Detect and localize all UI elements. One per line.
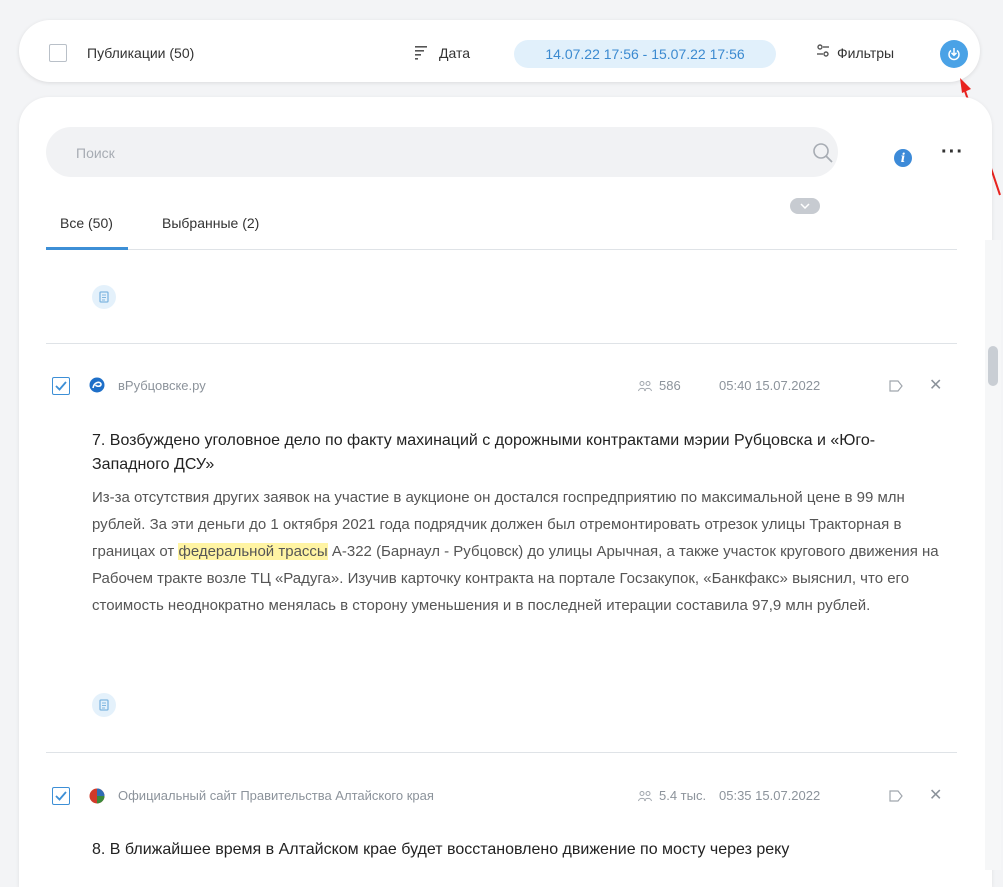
item-divider <box>46 752 957 753</box>
publications-panel: i ··· Все (50) Выбранные (2) вРубцовске.… <box>19 97 992 887</box>
close-icon[interactable]: ✕ <box>929 785 942 805</box>
info-icon[interactable]: i <box>894 149 912 167</box>
active-tab-indicator <box>46 247 128 250</box>
publication-title[interactable]: 8. В ближайшее время в Алтайском крае бу… <box>92 838 972 862</box>
sort-icon[interactable] <box>414 44 428 60</box>
reach-count: 5.4 тыс. <box>659 788 707 803</box>
keyword-highlight: федеральной трассы <box>178 543 328 560</box>
filter-icon[interactable] <box>816 43 830 59</box>
publications-count-label: Публикации (50) <box>87 45 195 61</box>
publication-title[interactable]: 7. Возбуждено уголовное дело по факту ма… <box>92 429 902 477</box>
tabs-bar: Все (50) Выбранные (2) <box>46 209 957 250</box>
audience-icon <box>638 791 652 802</box>
publication-time: 05:40 15.07.2022 <box>719 378 821 393</box>
source-logo-icon <box>89 788 105 804</box>
item-checkbox[interactable] <box>52 377 70 395</box>
document-icon <box>99 291 109 303</box>
source-name[interactable]: вРубцовске.ру <box>118 378 206 393</box>
reach-count: 586 <box>659 378 681 393</box>
scrollbar-track[interactable] <box>985 240 1001 870</box>
audience-icon <box>638 381 652 392</box>
checkmark-icon <box>55 791 67 801</box>
tab-selected[interactable]: Выбранные (2) <box>162 215 259 231</box>
tab-all[interactable]: Все (50) <box>60 215 113 231</box>
document-icon <box>99 699 109 711</box>
scrollbar-thumb[interactable] <box>988 346 998 386</box>
tag-icon[interactable] <box>889 380 903 392</box>
search-bar <box>46 127 838 214</box>
publication-snippet: Из-за отсутствия других заявок на участи… <box>92 484 962 619</box>
item-checkbox[interactable] <box>52 787 70 805</box>
publications-toolbar: Публикации (50) Дата 14.07.22 17:56 - 15… <box>19 20 980 82</box>
sort-by-date-button[interactable]: Дата <box>439 45 470 61</box>
item-divider <box>46 343 957 344</box>
copy-text-button[interactable] <box>92 285 116 309</box>
checkmark-icon <box>55 381 67 391</box>
close-icon[interactable]: ✕ <box>929 375 942 395</box>
source-name[interactable]: Официальный сайт Правительства Алтайског… <box>118 788 434 803</box>
source-logo-icon <box>89 377 105 393</box>
date-range-picker[interactable]: 14.07.22 17:56 - 15.07.22 17:56 <box>514 40 776 68</box>
filters-button[interactable]: Фильтры <box>837 45 894 61</box>
more-options-icon[interactable]: ··· <box>941 141 964 164</box>
publication-time: 05:35 15.07.2022 <box>719 788 821 803</box>
tag-icon[interactable] <box>889 790 903 802</box>
search-input[interactable] <box>74 127 778 179</box>
search-icon[interactable] <box>812 142 834 164</box>
copy-text-button[interactable] <box>92 693 116 717</box>
select-all-checkbox[interactable] <box>49 44 67 62</box>
